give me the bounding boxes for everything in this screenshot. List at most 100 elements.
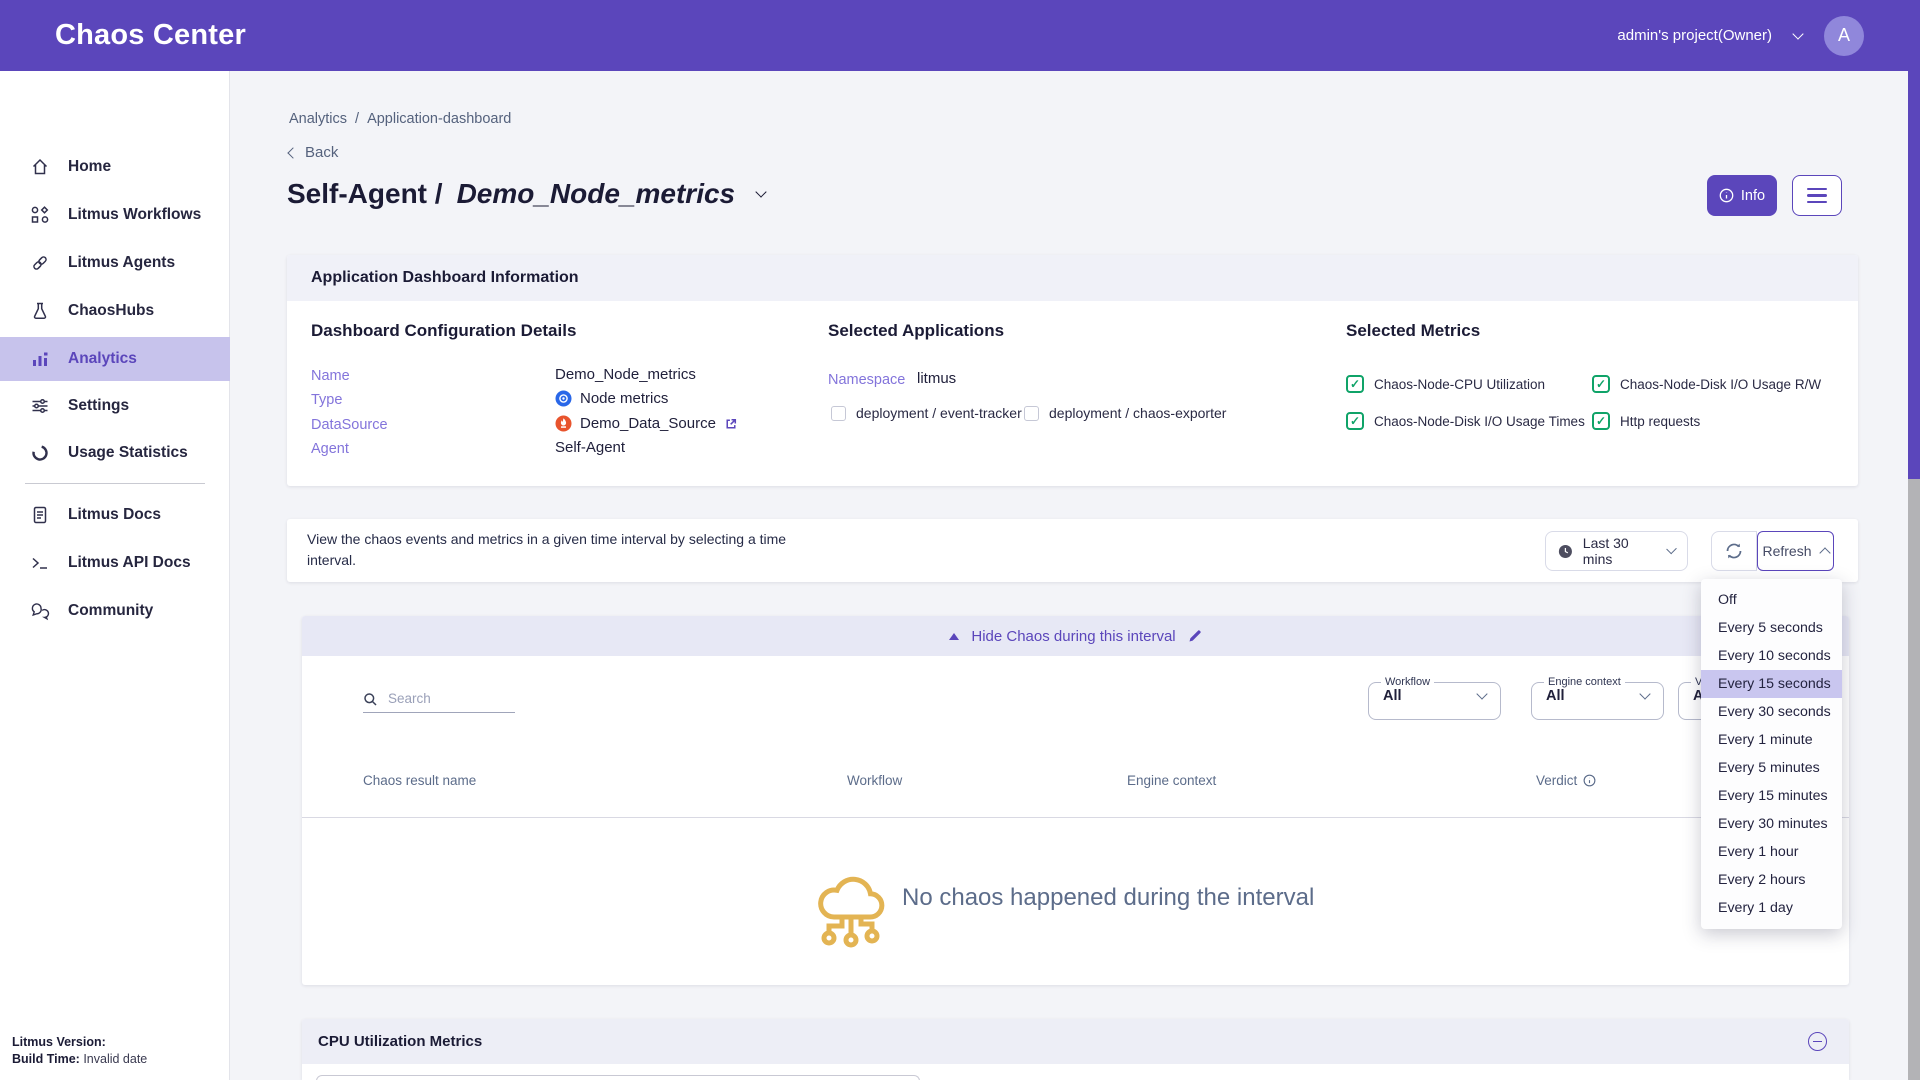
checkbox-checked[interactable] <box>1346 375 1364 393</box>
refresh-interval-button[interactable]: Refresh <box>1757 531 1834 571</box>
refresh-option[interactable]: Every 1 day <box>1701 894 1842 922</box>
checkbox-unchecked[interactable] <box>831 406 846 421</box>
terminal-icon <box>30 553 50 573</box>
refresh-option[interactable]: Every 15 minutes <box>1701 782 1842 810</box>
sidebar-item-label: Community <box>68 602 153 620</box>
checkbox-checked[interactable] <box>1346 412 1364 430</box>
sidebar-item-usage-statistics[interactable]: Usage Statistics <box>0 431 230 475</box>
checkbox-checked[interactable] <box>1592 412 1610 430</box>
namespace-label: Namespace <box>828 372 905 388</box>
triangle-up-icon <box>949 633 959 640</box>
sidebar-item-home[interactable]: Home <box>0 145 230 189</box>
metric-checkbox-row: Http requests <box>1592 412 1700 430</box>
usage-arc-icon <box>30 443 50 463</box>
column-header-workflow: Workflow <box>847 773 902 788</box>
sidebar-item-litmus-workflows[interactable]: Litmus Workflows <box>0 193 230 237</box>
info-button-label: Info <box>1741 188 1765 204</box>
info-button[interactable]: Info <box>1707 175 1777 216</box>
info-card-title: Application Dashboard Information <box>311 269 579 287</box>
sidebar-item-community[interactable]: Community <box>0 589 230 633</box>
version-info: Litmus Version: Build Time: Invalid date <box>12 1034 147 1068</box>
top-header: Chaos Center admin's project(Owner) A <box>0 0 1920 71</box>
type-value-row: Node metrics <box>555 390 668 407</box>
refresh-option-selected[interactable]: Every 15 seconds <box>1701 670 1842 698</box>
engine-context-filter-value: All <box>1546 688 1565 704</box>
collapse-icon[interactable] <box>1808 1032 1827 1051</box>
chaos-center-app: Chaos Center admin's project(Owner) A Ho… <box>0 0 1920 1080</box>
refresh-option[interactable]: Every 5 minutes <box>1701 754 1842 782</box>
sidebar-item-label: Settings <box>68 397 129 415</box>
title-dropdown-icon[interactable] <box>755 186 766 197</box>
chevron-down-icon <box>1666 544 1677 555</box>
refresh-option[interactable]: Every 1 minute <box>1701 726 1842 754</box>
sidebar-item-label: Litmus Agents <box>68 254 175 272</box>
interval-bar-card: View the chaos events and metrics in a g… <box>287 519 1858 582</box>
info-icon <box>1719 188 1734 203</box>
refresh-option[interactable]: Every 1 hour <box>1701 838 1842 866</box>
breadcrumb-separator: / <box>355 111 359 127</box>
scrollbar-thumb[interactable] <box>1908 71 1920 479</box>
refresh-option[interactable]: Every 30 seconds <box>1701 698 1842 726</box>
hide-chaos-toggle[interactable]: Hide Chaos during this interval <box>302 616 1849 656</box>
sidebar-item-label: Usage Statistics <box>68 444 188 462</box>
config-details-heading: Dashboard Configuration Details <box>311 321 576 341</box>
chevron-up-icon <box>1819 547 1830 558</box>
workflow-filter[interactable]: Workflow All <box>1368 676 1501 720</box>
edit-icon[interactable] <box>1188 629 1202 643</box>
metric-checkbox-row: Chaos-Node-Disk I/O Usage R/W <box>1592 375 1821 393</box>
refresh-option[interactable]: Every 5 seconds <box>1701 614 1842 642</box>
sidebar-item-litmus-agents[interactable]: Litmus Agents <box>0 241 230 285</box>
metric-checkbox-row: Chaos-Node-Disk I/O Usage Times <box>1346 412 1585 430</box>
flask-icon <box>30 301 50 321</box>
refresh-icon <box>1724 541 1744 561</box>
breadcrumb: Analytics / Application-dashboard <box>289 111 511 127</box>
search-input[interactable] <box>386 690 508 707</box>
chevron-down-icon[interactable] <box>1792 28 1803 39</box>
sidebar-item-litmus-api-docs[interactable]: Litmus API Docs <box>0 541 230 585</box>
time-range-value: Last 30 mins <box>1583 535 1652 567</box>
external-link-icon[interactable] <box>724 417 738 431</box>
sidebar-item-label: Litmus API Docs <box>68 554 191 572</box>
avatar-initial: A <box>1838 25 1850 46</box>
menu-icon <box>1807 186 1827 206</box>
refresh-now-button[interactable] <box>1711 531 1757 571</box>
refresh-option[interactable]: Off <box>1701 586 1842 614</box>
refresh-option[interactable]: Every 30 minutes <box>1701 810 1842 838</box>
info-icon[interactable] <box>1583 774 1596 787</box>
interval-description-line1: View the chaos events and metrics in a g… <box>307 529 786 550</box>
breadcrumb-analytics[interactable]: Analytics <box>289 111 347 127</box>
refresh-option[interactable]: Every 10 seconds <box>1701 642 1842 670</box>
app-checkbox-row: deployment / event-tracker <box>831 405 1022 421</box>
refresh-option[interactable]: Every 2 hours <box>1701 866 1842 894</box>
cloud-network-icon <box>812 859 890 951</box>
workflows-icon <box>30 205 50 225</box>
project-selector[interactable]: admin's project(Owner) <box>1617 27 1772 44</box>
column-header-engine-context: Engine context <box>1127 773 1216 788</box>
checkbox-unchecked[interactable] <box>1024 406 1039 421</box>
back-label: Back <box>305 144 338 161</box>
time-range-selector[interactable]: Last 30 mins <box>1545 531 1688 571</box>
workflow-filter-label: Workflow <box>1385 676 1430 688</box>
app-checkbox-label: deployment / event-tracker <box>856 405 1022 421</box>
node-metrics-icon <box>555 390 572 407</box>
sidebar-item-chaoshubs[interactable]: ChaosHubs <box>0 289 230 333</box>
refresh-interval-menu: Off Every 5 seconds Every 10 seconds Eve… <box>1701 579 1842 929</box>
build-label: Build Time: <box>12 1052 80 1066</box>
title-dashboard-name: Demo_Node_metrics <box>457 178 736 210</box>
checkbox-checked[interactable] <box>1592 375 1610 393</box>
sidebar-item-settings[interactable]: Settings <box>0 384 230 428</box>
scrollbar-track[interactable] <box>1908 71 1920 1080</box>
sliders-icon <box>30 396 50 416</box>
selected-applications-heading: Selected Applications <box>828 321 1004 341</box>
back-button[interactable]: Back <box>289 144 338 161</box>
version-label: Litmus Version: <box>12 1035 106 1049</box>
agent-label: Agent <box>311 441 349 457</box>
datasource-value: Demo_Data_Source <box>580 415 716 432</box>
dashboard-menu-button[interactable] <box>1792 175 1842 216</box>
interval-description: View the chaos events and metrics in a g… <box>307 529 786 571</box>
avatar[interactable]: A <box>1824 16 1864 56</box>
engine-context-filter[interactable]: Engine context All <box>1531 676 1664 720</box>
sidebar-item-analytics[interactable]: Analytics <box>0 337 230 381</box>
sidebar-item-litmus-docs[interactable]: Litmus Docs <box>0 493 230 537</box>
chevron-left-icon <box>287 147 298 158</box>
